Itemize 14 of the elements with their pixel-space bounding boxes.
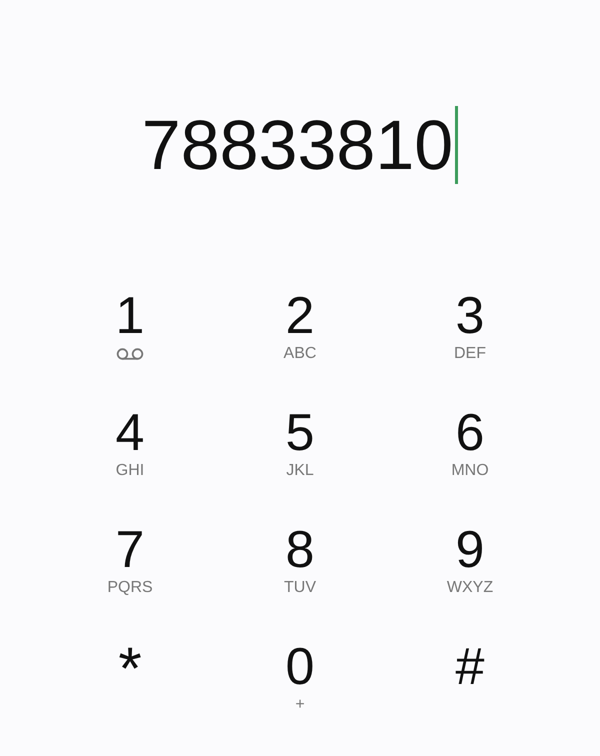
dial-key[interactable]: 6 MNO [385,405,555,522]
dial-key[interactable]: 0 + [215,639,385,756]
dial-key[interactable]: * [45,639,215,756]
dial-key[interactable]: 9 WXYZ [385,522,555,639]
dial-key[interactable]: 5 JKL [215,405,385,522]
dial-key[interactable]: 3 DEF [385,288,555,405]
dial-key[interactable]: 8 TUV [215,522,385,639]
dial-key[interactable]: 4 GHI [45,405,215,522]
dial-key[interactable]: 2 ABC [215,288,385,405]
dial-key[interactable]: 7 PQRS [45,522,215,639]
dial-key[interactable]: 1 [45,288,215,405]
phone-number[interactable]: 78833810 [142,110,454,180]
voicemail-icon [116,348,144,360]
dial-key[interactable]: # [385,639,555,756]
